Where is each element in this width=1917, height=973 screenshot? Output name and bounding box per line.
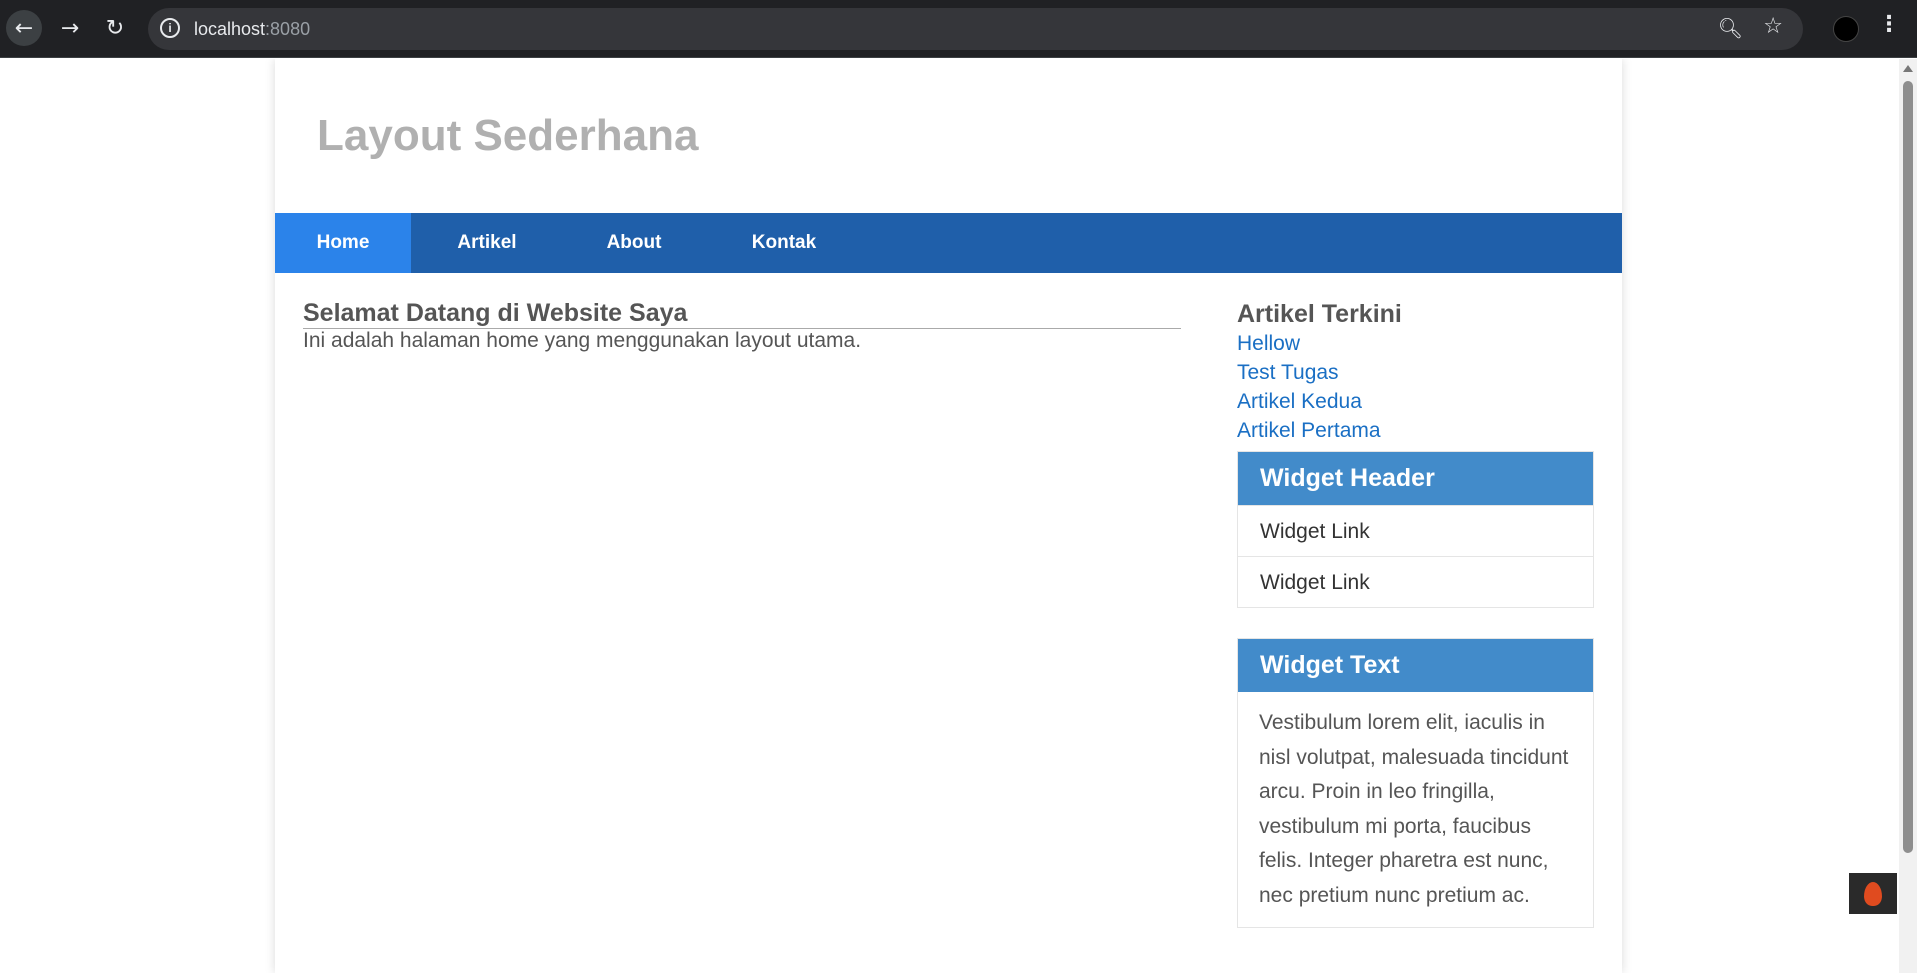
url-text[interactable]: localhost:8080 (194, 19, 310, 40)
page-body-text: Ini adalah halaman home yang menggunakan… (303, 329, 862, 352)
back-button[interactable]: ← (6, 10, 42, 46)
forward-button[interactable]: → (52, 10, 88, 46)
address-bar[interactable]: i localhost:8080 🔍︎ ☆ (148, 8, 1803, 50)
scrollbar-thumb[interactable] (1903, 81, 1913, 853)
kebab-menu-icon[interactable]: ⋮ (1878, 12, 1900, 37)
widget-link[interactable]: Widget Link (1238, 505, 1593, 556)
widget-text: Widget Text Vestibulum lorem elit, iacul… (1237, 638, 1594, 928)
browser-toolbar: ← → ↻ i localhost:8080 🔍︎ ☆ ⋮ (0, 0, 1917, 58)
site-header: Layout Sederhana (275, 59, 1622, 213)
widget-links: Widget Header Widget Link Widget Link (1237, 451, 1594, 608)
recent-articles-title: Artikel Terkini (1237, 300, 1402, 328)
flame-icon (1864, 881, 1882, 906)
reload-icon: ↻ (105, 15, 125, 41)
arrow-right-icon: → (60, 15, 80, 41)
page-container: Layout Sederhana Home Artikel About Kont… (275, 59, 1622, 973)
info-icon[interactable]: i (160, 18, 180, 38)
nav-about[interactable]: About (563, 213, 705, 273)
profile-avatar[interactable] (1833, 16, 1859, 42)
main-content: Selamat Datang di Website Saya Ini adala… (303, 299, 1181, 353)
nav-home[interactable]: Home (275, 213, 411, 273)
article-link-hellow[interactable]: Hellow (1237, 329, 1594, 358)
page-heading: Selamat Datang di Website Saya (303, 299, 1181, 329)
widget-text-title: Widget Text (1238, 639, 1593, 692)
scroll-up-arrow-icon[interactable] (1903, 65, 1913, 72)
site-title: Layout Sederhana (317, 111, 699, 160)
nav-kontak[interactable]: Kontak (705, 213, 863, 273)
article-link-artikel-pertama[interactable]: Artikel Pertama (1237, 416, 1594, 445)
main-nav: Home Artikel About Kontak (275, 213, 1622, 273)
url-host: localhost (194, 19, 266, 39)
article-link-artikel-kedua[interactable]: Artikel Kedua (1237, 387, 1594, 416)
nav-artikel[interactable]: Artikel (411, 213, 563, 273)
widget-header-title: Widget Header (1238, 452, 1593, 505)
reload-button[interactable]: ↻ (97, 10, 133, 46)
zoom-icon[interactable]: 🔍︎ (1718, 16, 1743, 40)
widget-text-body: Vestibulum lorem elit, iaculis in nisl v… (1259, 711, 1569, 907)
article-link-test-tugas[interactable]: Test Tugas (1237, 358, 1594, 387)
widget-link[interactable]: Widget Link (1238, 556, 1593, 607)
page-viewport: Layout Sederhana Home Artikel About Kont… (0, 59, 1917, 973)
arrow-left-icon: ← (14, 15, 34, 41)
debug-toolbar-button[interactable] (1849, 873, 1897, 914)
star-icon[interactable]: ☆ (1763, 14, 1783, 39)
page-scrollbar[interactable] (1899, 59, 1917, 973)
url-port: :8080 (265, 19, 311, 39)
sidebar: Artikel Terkini Hellow Test Tugas Artike… (1237, 299, 1594, 928)
